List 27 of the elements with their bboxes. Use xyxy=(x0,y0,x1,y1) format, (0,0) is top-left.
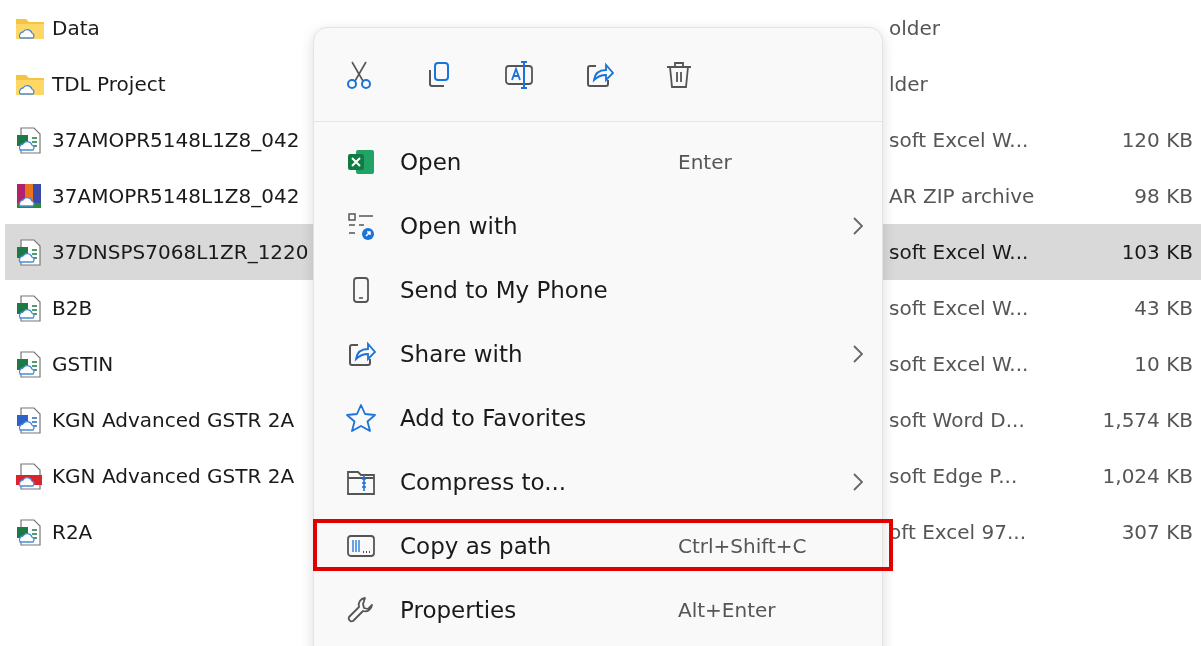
file-name: GSTIN xyxy=(52,352,114,376)
file-name: B2B xyxy=(52,296,93,320)
file-size: 43 KB xyxy=(1134,296,1193,320)
file-size: 98 KB xyxy=(1134,184,1193,208)
file-size: 1,574 KB xyxy=(1102,408,1193,432)
file-type: soft Excel W... xyxy=(889,240,1029,264)
file-size: 10 KB xyxy=(1134,352,1193,376)
file-type: lder xyxy=(889,72,928,96)
file-name: 37AMOPR5148L1Z8_042 xyxy=(52,128,300,152)
file-size: 307 KB xyxy=(1121,520,1193,544)
file-name: KGN Advanced GSTR 2A xyxy=(52,408,295,432)
file-name: 37AMOPR5148L1Z8_042 xyxy=(52,184,300,208)
file-type: AR ZIP archive xyxy=(889,184,1035,208)
file-name: TDL Project xyxy=(52,72,166,96)
file-size: 103 KB xyxy=(1121,240,1193,264)
file-name: R2A xyxy=(52,520,93,544)
file-size: 1,024 KB xyxy=(1102,464,1193,488)
file-type: soft Excel W... xyxy=(889,352,1029,376)
file-type: soft Word D... xyxy=(889,408,1025,432)
file-name: 37DNSPS7068L1ZR_1220 xyxy=(52,240,309,264)
file-size: 120 KB xyxy=(1121,128,1193,152)
file-type: older xyxy=(889,16,940,40)
file-name: KGN Advanced GSTR 2A xyxy=(52,464,295,488)
file-type: soft Excel W... xyxy=(889,128,1029,152)
file-type: soft Excel W... xyxy=(889,296,1029,320)
file-type: soft Edge P... xyxy=(889,464,1018,488)
file-name: Data xyxy=(52,16,100,40)
